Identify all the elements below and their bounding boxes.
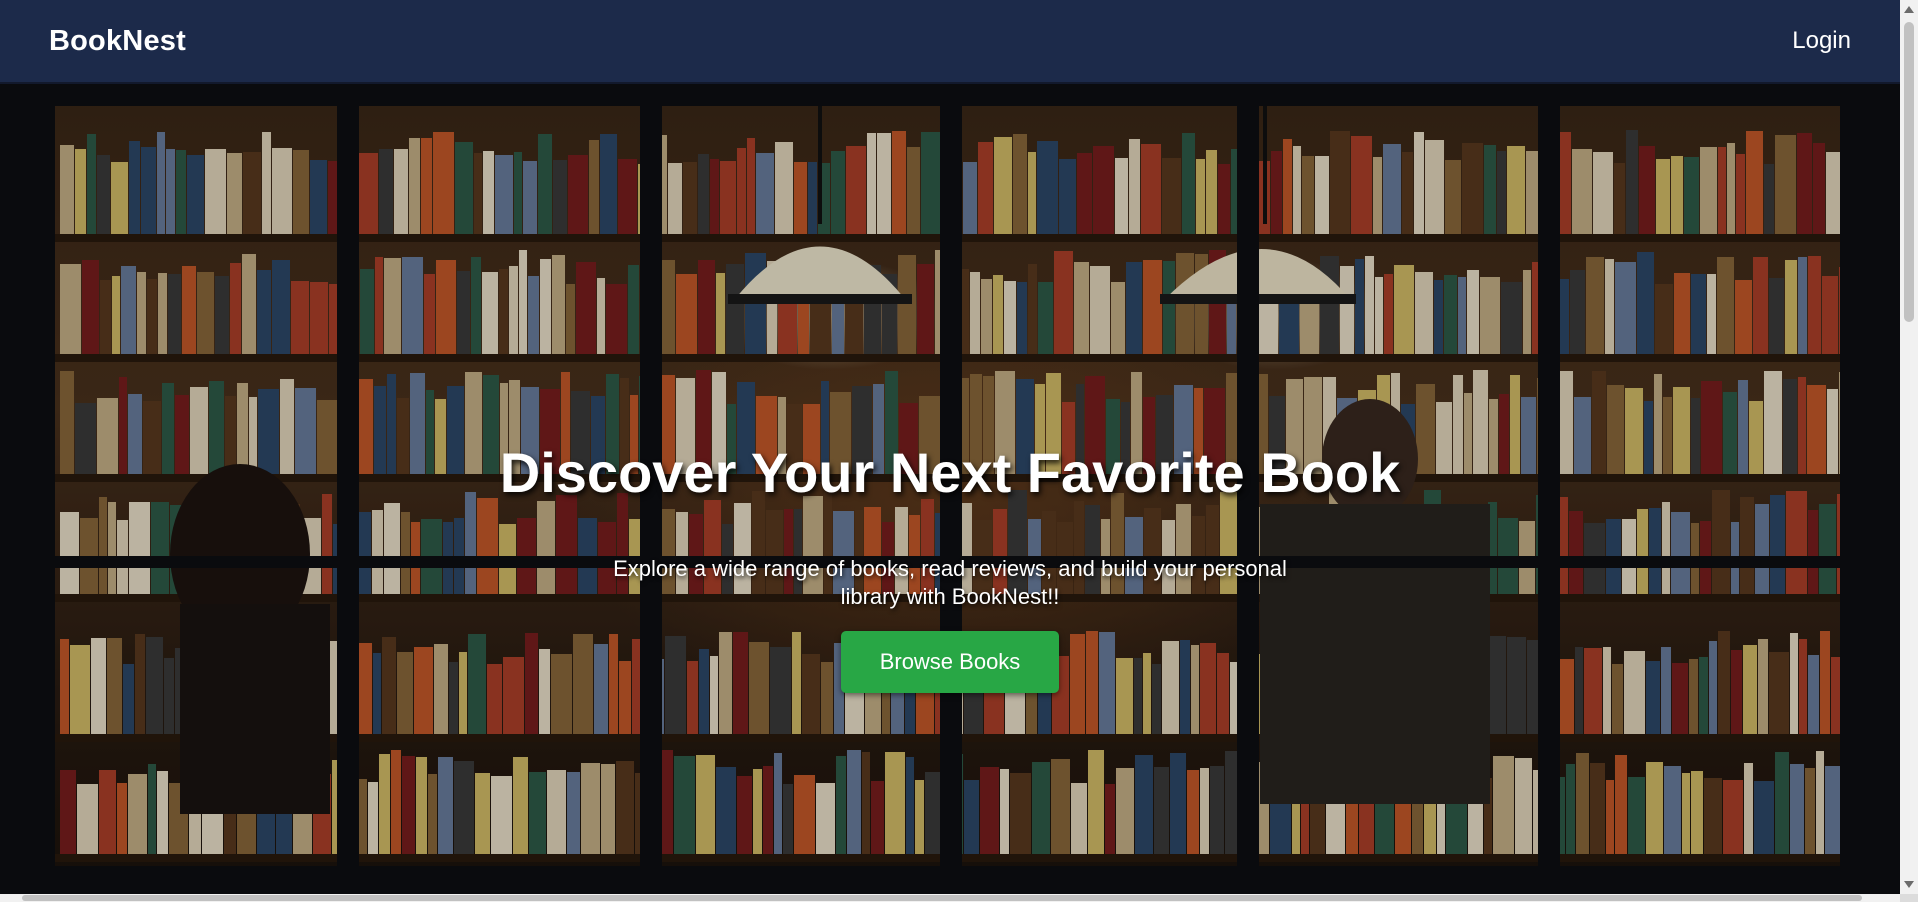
vertical-scrollbar[interactable] bbox=[1900, 0, 1918, 894]
hero-section: Discover Your Next Favorite Book Explore… bbox=[0, 84, 1900, 894]
scroll-down-arrow-icon[interactable] bbox=[1904, 881, 1914, 888]
hero-subtitle: Explore a wide range of books, read revi… bbox=[613, 556, 1287, 609]
horizontal-scrollbar[interactable] bbox=[0, 894, 1900, 902]
browse-books-button[interactable]: Browse Books bbox=[841, 631, 1059, 693]
top-navbar: BookNest Login bbox=[0, 0, 1900, 84]
scroll-up-arrow-icon[interactable] bbox=[1904, 6, 1914, 13]
horizontal-scroll-thumb[interactable] bbox=[22, 895, 1862, 901]
vertical-scroll-thumb[interactable] bbox=[1904, 22, 1914, 322]
login-link[interactable]: Login bbox=[1792, 27, 1851, 55]
hero-content: Discover Your Next Favorite Book Explore… bbox=[0, 84, 1900, 894]
brand-logo[interactable]: BookNest bbox=[49, 25, 186, 58]
hero-title: Discover Your Next Favorite Book bbox=[499, 441, 1401, 504]
scrollbar-corner bbox=[1900, 894, 1918, 902]
